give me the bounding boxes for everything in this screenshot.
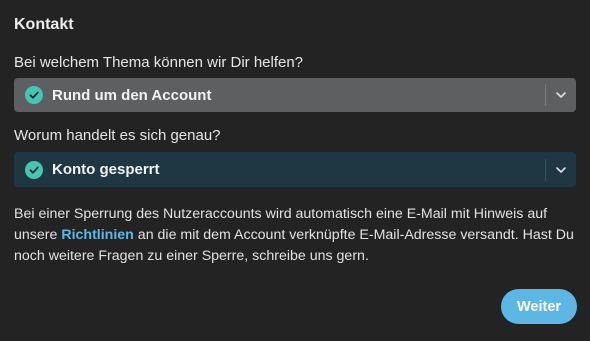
- topic-select[interactable]: Rund um den Account: [14, 78, 576, 112]
- topic-select-value: Rund um den Account: [52, 86, 212, 104]
- next-button[interactable]: Weiter: [501, 289, 577, 324]
- topic-label: Bei welchem Thema können wir Dir helfen?: [14, 54, 304, 71]
- detail-select[interactable]: Konto gesperrt: [14, 152, 576, 187]
- info-text: Bei einer Sperrung des Nutzeraccounts wi…: [14, 204, 580, 267]
- check-circle-icon: [25, 160, 43, 179]
- detail-select-value: Konto gesperrt: [52, 161, 160, 178]
- check-circle-icon: [25, 86, 43, 104]
- page-title: Kontakt: [14, 16, 74, 33]
- guidelines-link[interactable]: Richtlinien: [61, 227, 134, 243]
- contact-panel: Kontakt Bei welchem Thema können wir Dir…: [0, 0, 590, 341]
- chevron-down-icon[interactable]: [546, 166, 576, 174]
- chevron-down-icon[interactable]: [546, 91, 576, 99]
- detail-label: Worum handelt es sich genau?: [14, 127, 221, 144]
